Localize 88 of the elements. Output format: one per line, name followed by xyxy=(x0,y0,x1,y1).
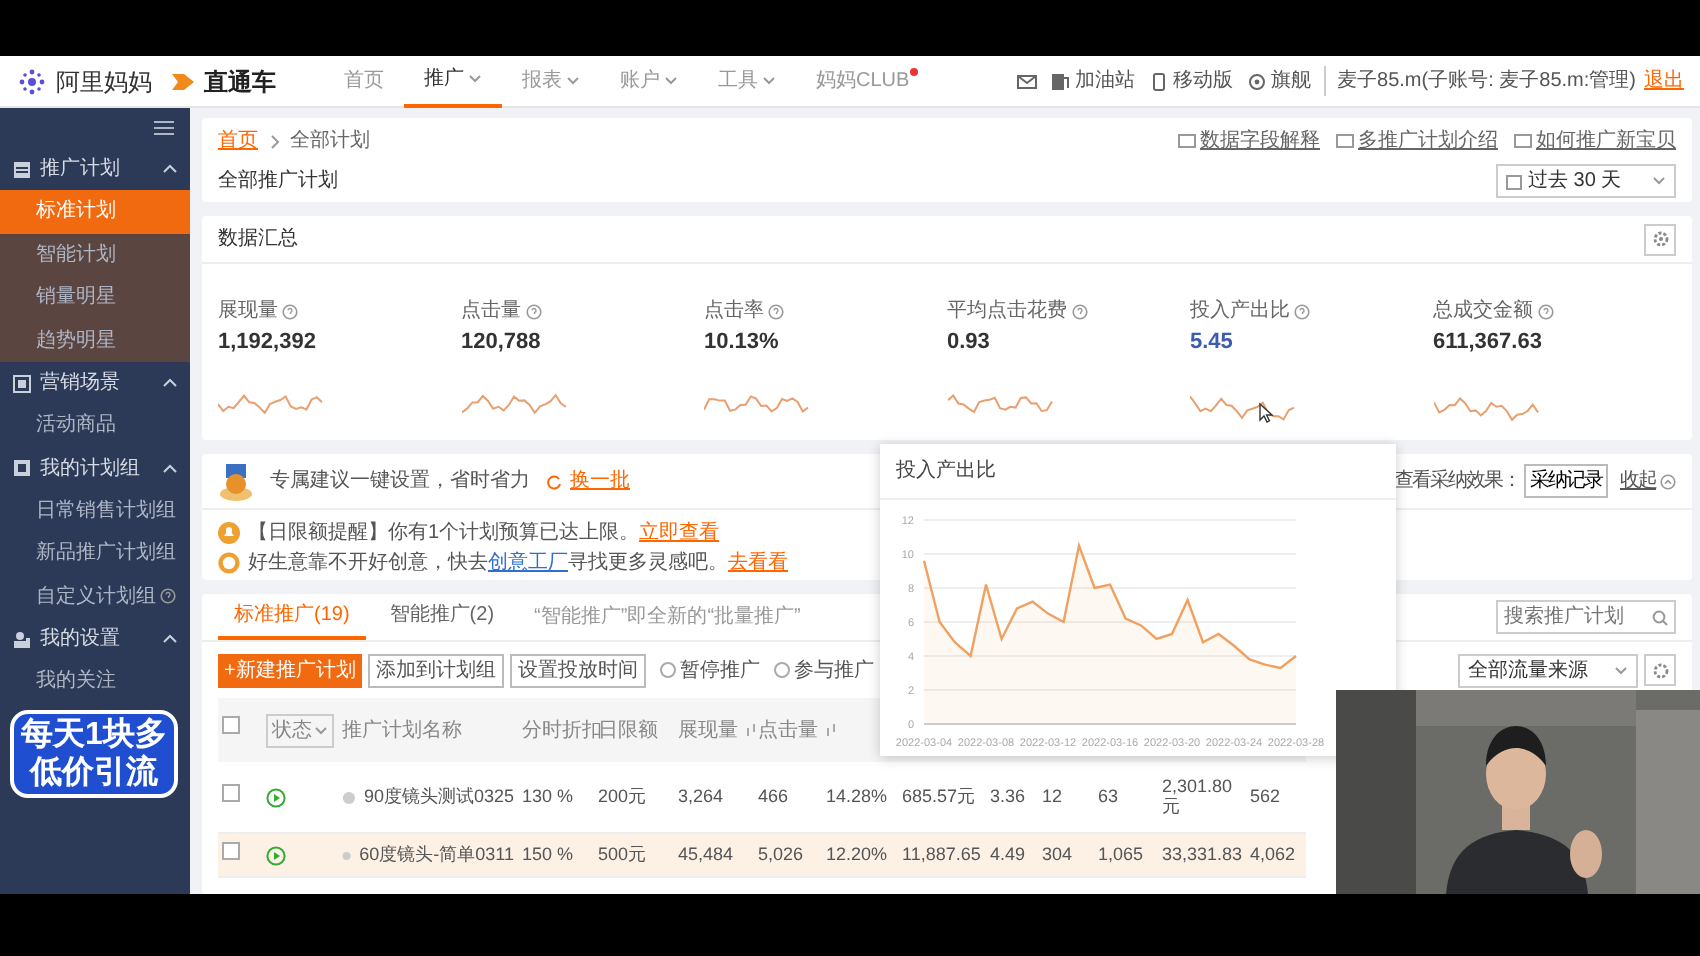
source-select[interactable]: 全部流量来源 xyxy=(1458,653,1638,687)
popup-title: 投入产出比 xyxy=(880,444,1396,500)
sidebar-item[interactable]: 自定义计划组 xyxy=(0,575,190,618)
radio-option[interactable]: 暂停推广 xyxy=(659,655,760,685)
stat-label: 总成交金额 xyxy=(1433,297,1533,326)
radio-option[interactable]: 参与推广 xyxy=(773,655,874,685)
section-title: 数据汇总 xyxy=(218,225,298,254)
sidebar-item[interactable]: 活动商品 xyxy=(0,404,190,447)
table-cell: 5,026 xyxy=(758,843,804,864)
table-cell: 11,887.65 xyxy=(902,843,981,864)
toolbar-button[interactable]: 添加到计划组 xyxy=(367,653,504,687)
sidebar-item[interactable]: 智能计划 xyxy=(0,233,190,276)
column-header: 推广计划名称 xyxy=(342,719,462,741)
status-filter[interactable]: 状态 xyxy=(266,713,334,747)
table-cell: 3.36 xyxy=(990,785,1026,806)
toolbar-button[interactable]: 设置投放时间 xyxy=(509,653,646,687)
effect-label: 查看采纳效果： xyxy=(1394,467,1520,496)
stat-label: 投入产出比 xyxy=(1190,297,1290,326)
column-header: 日限额 xyxy=(598,719,658,741)
plan-name[interactable]: 60度镜头-简单0311 xyxy=(359,841,514,869)
table-cell: 33,331.83 xyxy=(1162,843,1243,864)
sidebar-group[interactable]: 我的计划组 xyxy=(0,447,190,489)
stat-label: 点击量 xyxy=(461,297,521,326)
table-cell: 4,062 xyxy=(1250,843,1296,864)
table-cell: 2,301.80元 xyxy=(1162,775,1233,815)
table-cell: 12 xyxy=(1042,785,1063,806)
date-range-select[interactable]: 过去 30 天 xyxy=(1496,164,1676,198)
column-header[interactable]: 展现量 xyxy=(678,715,756,745)
sidebar-item[interactable]: 新品推广计划组 xyxy=(0,532,190,575)
account-name: 麦子85.m(子账号: 麦子85.m:管理) xyxy=(1323,66,1636,96)
column-header: 分时折扣 xyxy=(522,719,602,741)
tip-text: 【日限额提醒】你有1个计划预算已达上限。立即查看 xyxy=(248,519,720,548)
sidebar-item[interactable]: 趋势明星 xyxy=(0,319,190,362)
table-cell: 466 xyxy=(758,785,789,806)
promo-badge: 每天1块多 低价引流 xyxy=(10,710,178,798)
sidebar-item[interactable]: 标准计划 xyxy=(0,190,190,233)
table-cell: 150 % xyxy=(522,843,574,864)
brand-name: 阿里妈妈 xyxy=(56,65,152,99)
tab[interactable]: 智能推广(2) xyxy=(373,594,511,640)
table-cell: 562 xyxy=(1250,785,1281,806)
stat-value[interactable]: 120,788 xyxy=(461,326,704,359)
collapse-link[interactable]: 收起 xyxy=(1620,466,1676,496)
help-link[interactable]: 数据字段解释 xyxy=(1178,126,1320,156)
stat-label: 平均点击花费 xyxy=(947,297,1067,326)
table-cell: 130 % xyxy=(522,785,574,806)
nav-tab[interactable]: 推广 xyxy=(404,56,502,107)
stat-label: 展现量 xyxy=(218,298,278,326)
table-cell: 200元 xyxy=(598,785,647,806)
plan-name[interactable]: 90度镜头测试0325 xyxy=(363,783,514,811)
toolbar-link[interactable]: 旗舰 xyxy=(1245,66,1312,96)
stat-label: 点击率 xyxy=(704,297,764,326)
product-name: 直通车 xyxy=(204,65,276,99)
table-cell: 63 xyxy=(1098,785,1119,806)
table-cell: 4.49 xyxy=(990,843,1026,864)
stat-value[interactable]: 10.13% xyxy=(704,326,947,359)
table-cell: 45,484 xyxy=(678,843,734,864)
search-field[interactable]: 搜索推广计划 xyxy=(1496,600,1676,634)
page-title: 全部推广计划 xyxy=(218,167,338,196)
help-link[interactable]: 如何推广新宝贝 xyxy=(1514,126,1676,156)
toolbar-link[interactable]: 移动版 xyxy=(1147,66,1234,96)
toolbar-link[interactable]: 加油站 xyxy=(1049,66,1136,96)
table-cell: 304 xyxy=(1042,843,1073,864)
column-header[interactable]: 点击量 xyxy=(758,715,836,745)
new-plan-button[interactable]: +新建推广计划 xyxy=(218,653,362,687)
notice-text: “智能推广”即全新的“批量推广” xyxy=(534,603,801,632)
table-row[interactable]: 60度镜头-简单0311 150 % 500元 45,484 5,026 12.20% 11,887.65 4.49 304 1,065 33,331.83 4,062 xyxy=(218,834,1306,878)
sidebar-group[interactable]: 我的设置 xyxy=(0,618,190,660)
table-cell: 14.28% xyxy=(826,785,888,806)
sidebar-item[interactable]: 我的关注 xyxy=(0,660,190,703)
stat-value[interactable]: 611,367.63 xyxy=(1433,326,1676,359)
tip-text: 好生意靠不开好创意，快去创意工厂寻找更多灵感吧。去看看 xyxy=(248,549,788,578)
stat-value[interactable]: 5.45 xyxy=(1190,326,1433,359)
table-cell: 12.20% xyxy=(826,843,888,864)
table-cell: 3,264 xyxy=(678,785,724,806)
sidebar-group[interactable]: 营销场景 xyxy=(0,362,190,404)
suggestion-title: 专属建议一键设置，省时省力 xyxy=(270,467,530,496)
sidebar-item[interactable]: 销量明星 xyxy=(0,276,190,319)
table-cell: 1,065 xyxy=(1098,843,1144,864)
help-link[interactable]: 多推广计划介绍 xyxy=(1336,126,1498,156)
sidebar-group[interactable]: 推广计划 xyxy=(0,148,190,190)
table-cell: 500元 xyxy=(598,843,647,864)
stat-value[interactable]: 1,192,392 xyxy=(218,326,461,359)
table-cell: 685.57元 xyxy=(902,785,976,806)
records-button[interactable]: 采纳记录 xyxy=(1524,464,1608,498)
stat-value[interactable]: 0.93 xyxy=(947,326,1190,359)
breadcrumb-current: 全部计划 xyxy=(290,127,370,156)
sidebar-item[interactable]: 日常销售计划组 xyxy=(0,489,190,532)
text-link[interactable]: 创意工厂 xyxy=(488,552,568,574)
